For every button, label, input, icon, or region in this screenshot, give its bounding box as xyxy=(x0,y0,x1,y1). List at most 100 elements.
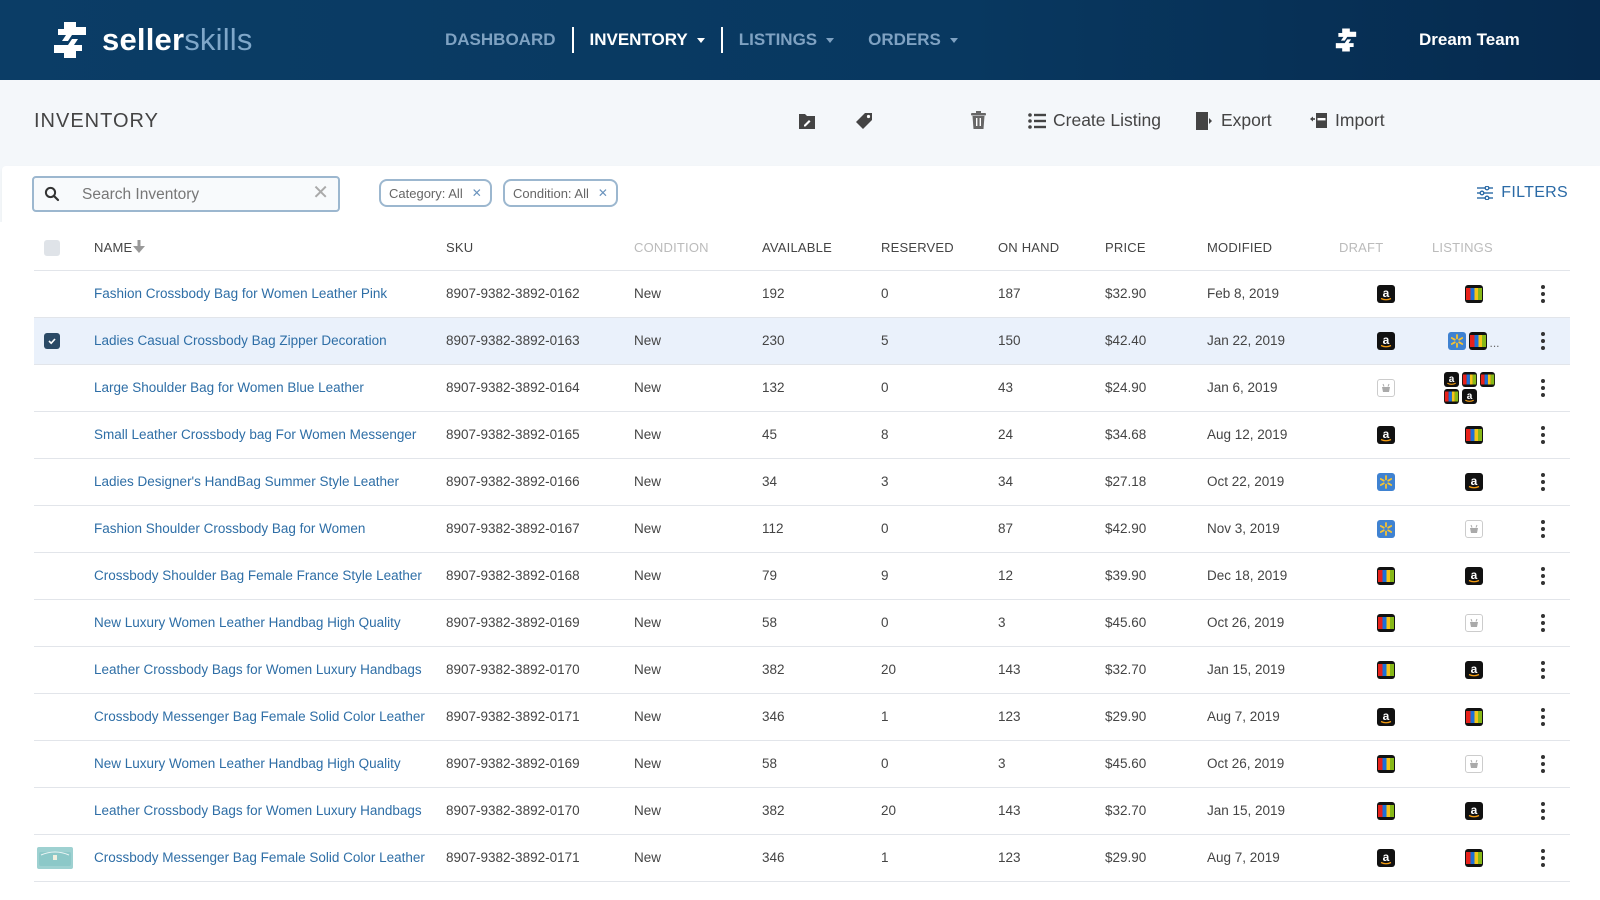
draft-marketplace-cell[interactable] xyxy=(1339,787,1432,835)
condition-filter-chip[interactable]: Condition: All ✕ xyxy=(503,179,618,207)
more-actions-icon[interactable] xyxy=(1516,754,1570,773)
listings-marketplace-cell[interactable]: a xyxy=(1432,552,1516,600)
product-name-link[interactable]: Leather Crossbody Bags for Women Luxury … xyxy=(94,646,446,694)
draft-marketplace-cell[interactable] xyxy=(1339,740,1432,788)
column-header-name[interactable]: NAME xyxy=(94,226,446,271)
product-thumbnail[interactable] xyxy=(37,846,73,869)
more-actions-icon[interactable] xyxy=(1516,848,1570,867)
table-row[interactable]: New Luxury Women Leather Handbag High Qu… xyxy=(34,599,1570,647)
select-all-checkbox[interactable] xyxy=(44,239,60,256)
more-actions-icon[interactable] xyxy=(1516,331,1570,350)
draft-marketplace-cell[interactable] xyxy=(1339,646,1432,694)
more-actions-icon[interactable] xyxy=(1516,472,1570,491)
category-filter-chip[interactable]: Category: All ✕ xyxy=(379,179,492,207)
product-name-link[interactable]: Ladies Casual Crossbody Bag Zipper Decor… xyxy=(94,317,446,365)
product-name-link[interactable]: Fashion Shoulder Crossbody Bag for Women xyxy=(94,505,446,553)
draft-marketplace-cell[interactable]: a xyxy=(1339,411,1432,459)
create-listing-button[interactable]: Create Listing xyxy=(1028,110,1161,131)
product-name-link[interactable]: Crossbody Messenger Bag Female Solid Col… xyxy=(94,693,446,741)
brand-logo[interactable]: sellerskills xyxy=(48,18,253,62)
more-actions-icon[interactable] xyxy=(1516,613,1570,632)
product-name-link[interactable]: New Luxury Women Leather Handbag High Qu… xyxy=(94,599,446,647)
clear-search-icon[interactable]: ✕ xyxy=(312,182,329,204)
table-row[interactable]: Fashion Shoulder Crossbody Bag for Women… xyxy=(34,505,1570,553)
draft-marketplace-cell[interactable]: a xyxy=(1339,317,1432,365)
product-name-link[interactable]: Large Shoulder Bag for Women Blue Leathe… xyxy=(94,364,446,412)
search-input[interactable] xyxy=(82,184,302,206)
draft-marketplace-cell[interactable]: a xyxy=(1339,693,1432,741)
listings-marketplace-cell[interactable] xyxy=(1432,270,1516,318)
nav-listings[interactable]: LISTINGS xyxy=(739,30,835,50)
product-name-link[interactable]: Leather Crossbody Bags for Women Luxury … xyxy=(94,787,446,835)
draft-marketplace-cell[interactable]: a xyxy=(1339,270,1432,318)
nav-dashboard[interactable]: DASHBOARD xyxy=(445,30,556,50)
table-row[interactable]: Leather Crossbody Bags for Women Luxury … xyxy=(34,646,1570,694)
table-row[interactable]: Fashion Crossbody Bag for Women Leather … xyxy=(34,270,1570,318)
more-listings-indicator[interactable]: ... xyxy=(1489,336,1499,350)
listings-marketplace-cell[interactable] xyxy=(1432,411,1516,459)
product-name-link[interactable]: Crossbody Messenger Bag Female Solid Col… xyxy=(94,834,446,882)
table-row[interactable]: Crossbody Shoulder Bag Female France Sty… xyxy=(34,552,1570,600)
remove-category-filter-icon[interactable]: ✕ xyxy=(472,186,482,200)
draft-marketplace-cell[interactable] xyxy=(1339,599,1432,647)
more-actions-icon[interactable] xyxy=(1516,425,1570,444)
team-name[interactable]: Dream Team xyxy=(1419,30,1520,50)
import-button[interactable]: Import xyxy=(1310,110,1385,131)
column-header-price[interactable]: PRICE xyxy=(1105,226,1207,271)
product-name-link[interactable]: Fashion Crossbody Bag for Women Leather … xyxy=(94,270,446,318)
sort-descending-icon[interactable] xyxy=(132,240,146,254)
table-row[interactable]: Ladies Designer's HandBag Summer Style L… xyxy=(34,458,1570,506)
sku-cell: 8907-9382-3892-0170 xyxy=(446,646,634,694)
filters-button[interactable]: FILTERS xyxy=(1477,184,1568,202)
column-header-condition[interactable]: CONDITION xyxy=(634,226,762,271)
column-header-on-hand[interactable]: ON HAND xyxy=(998,226,1105,271)
more-actions-icon[interactable] xyxy=(1516,519,1570,538)
team-logo-icon[interactable] xyxy=(1332,26,1360,54)
column-header-reserved[interactable]: RESERVED xyxy=(881,226,998,271)
row-checkbox[interactable] xyxy=(44,332,60,349)
more-actions-icon[interactable] xyxy=(1516,660,1570,679)
product-name-link[interactable]: Ladies Designer's HandBag Summer Style L… xyxy=(94,458,446,506)
remove-condition-filter-icon[interactable]: ✕ xyxy=(598,186,608,200)
more-actions-icon[interactable] xyxy=(1516,284,1570,303)
nav-orders[interactable]: ORDERS xyxy=(868,30,958,50)
table-row[interactable]: Crossbody Messenger Bag Female Solid Col… xyxy=(34,693,1570,741)
listings-marketplace-cell[interactable] xyxy=(1432,505,1516,553)
listings-marketplace-cell[interactable] xyxy=(1432,834,1516,882)
table-row[interactable]: Ladies Casual Crossbody Bag Zipper Decor… xyxy=(34,317,1570,365)
listings-marketplace-cell[interactable] xyxy=(1432,693,1516,741)
draft-marketplace-cell[interactable]: a xyxy=(1339,834,1432,882)
more-actions-icon[interactable] xyxy=(1516,707,1570,726)
product-name-link[interactable]: New Luxury Women Leather Handbag High Qu… xyxy=(94,740,446,788)
table-row[interactable]: Crossbody Messenger Bag Female Solid Col… xyxy=(34,834,1570,882)
column-header-sku[interactable]: SKU xyxy=(446,226,634,271)
table-row[interactable]: Large Shoulder Bag for Women Blue Leathe… xyxy=(34,364,1570,412)
draft-marketplace-cell[interactable] xyxy=(1339,458,1432,506)
more-actions-icon[interactable] xyxy=(1516,378,1570,397)
listings-marketplace-cell[interactable]: a xyxy=(1432,787,1516,835)
listings-marketplace-cell[interactable]: aa xyxy=(1432,364,1516,412)
listings-marketplace-cell[interactable] xyxy=(1432,740,1516,788)
product-name-link[interactable]: Small Leather Crossbody bag For Women Me… xyxy=(94,411,446,459)
draft-marketplace-cell[interactable] xyxy=(1339,552,1432,600)
listings-marketplace-cell[interactable]: a xyxy=(1432,458,1516,506)
edit-folder-button[interactable] xyxy=(798,112,816,130)
column-header-modified[interactable]: MODIFIED xyxy=(1207,226,1339,271)
table-row[interactable]: Small Leather Crossbody bag For Women Me… xyxy=(34,411,1570,459)
price-cell: $27.18 xyxy=(1105,458,1207,506)
more-actions-icon[interactable] xyxy=(1516,566,1570,585)
listings-marketplace-cell[interactable] xyxy=(1432,599,1516,647)
delete-button[interactable] xyxy=(970,111,987,130)
more-actions-icon[interactable] xyxy=(1516,801,1570,820)
draft-marketplace-cell[interactable] xyxy=(1339,505,1432,553)
listings-marketplace-cell[interactable]: a xyxy=(1432,646,1516,694)
tag-button[interactable] xyxy=(855,112,873,130)
table-row[interactable]: Leather Crossbody Bags for Women Luxury … xyxy=(34,787,1570,835)
product-name-link[interactable]: Crossbody Shoulder Bag Female France Sty… xyxy=(94,552,446,600)
table-row[interactable]: New Luxury Women Leather Handbag High Qu… xyxy=(34,740,1570,788)
column-header-available[interactable]: AVAILABLE xyxy=(762,226,881,271)
export-button[interactable]: Export xyxy=(1196,110,1272,131)
draft-marketplace-cell[interactable] xyxy=(1339,364,1432,412)
nav-inventory[interactable]: INVENTORY xyxy=(590,30,705,50)
listings-marketplace-cell[interactable]: ... xyxy=(1432,317,1516,365)
